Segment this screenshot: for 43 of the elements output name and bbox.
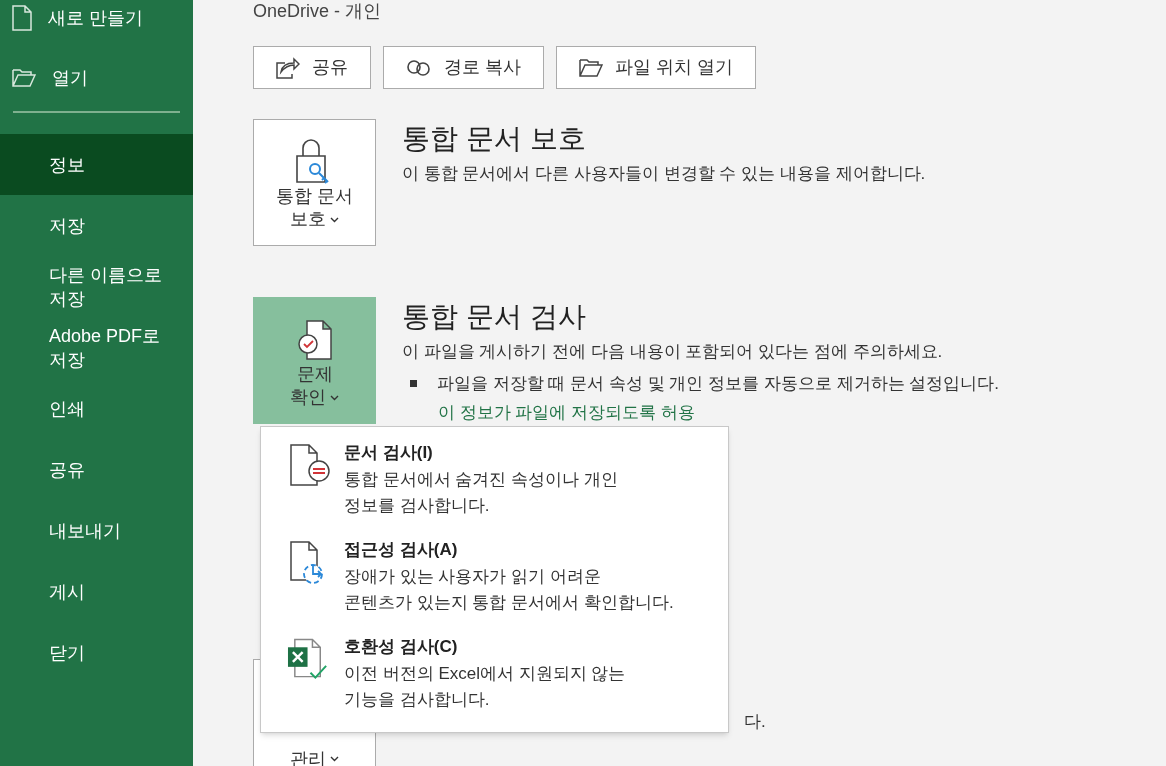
document-inspect-icon xyxy=(288,443,331,487)
sidebar-item[interactable]: 게시 xyxy=(0,561,193,622)
caret-icon xyxy=(330,216,339,223)
folder-icon xyxy=(579,57,603,78)
section-title: 통합 문서 검사 xyxy=(402,300,587,334)
link-icon xyxy=(406,58,432,77)
share-icon xyxy=(276,56,300,79)
sidebar-item[interactable]: 닫기 xyxy=(0,622,193,683)
menu-item[interactable]: 호환성 검사(C) 이전 버전의 Excel에서 지원되지 않는 기능을 검사합니다. xyxy=(261,635,728,732)
bullet-icon xyxy=(410,379,417,387)
document-icon xyxy=(12,5,32,31)
allow-link[interactable]: 이 정보가 파일에 저장되도록 허용 xyxy=(438,400,999,426)
menu-item-description: 장애가 있는 사용자가 읽기 어려운 콘텐츠가 있는지 통합 문서에서 확인합니다. xyxy=(344,566,674,614)
section-description: 이 파일을 게시하기 전에 다음 내용이 포함되어 있다는 점에 주의하세요. xyxy=(402,341,944,363)
menu-item[interactable]: 접근성 검사(A) 장애가 있는 사용자가 읽기 어려운 콘텐츠가 있는지 통합 문서에서 확인합니다. xyxy=(261,538,728,635)
sidebar-item[interactable]: 다른 이름으로 저장 xyxy=(0,256,193,317)
menu-item-title: 접근성 검사(A) xyxy=(344,539,459,561)
folder-icon xyxy=(12,68,36,88)
menu-item-title: 문서 검사(I) xyxy=(344,442,434,464)
section-button[interactable]: 문제 확인 xyxy=(253,297,376,424)
section-description: 다. xyxy=(744,710,766,733)
sidebar-item[interactable]: 정보 xyxy=(0,134,193,195)
section-title: 통합 문서 보호 xyxy=(402,122,587,156)
menu-item-title: 호환성 검사(C) xyxy=(344,636,459,658)
bullet-text: 파일을 저장할 때 문서 속성 및 개인 정보를 자동으로 제거하는 설정입니다. xyxy=(437,372,999,395)
menu-item-description: 통합 문서에서 숨겨진 속성이나 개인 정보를 검사합니다. xyxy=(344,469,618,517)
action-button[interactable]: 파일 위치 열기 xyxy=(556,46,757,89)
sidebar-item[interactable]: Adobe PDF로 저장 xyxy=(0,317,193,378)
action-button[interactable]: 공유 xyxy=(253,46,371,89)
caret-icon xyxy=(330,394,339,401)
menu-item-description: 이전 버전의 Excel에서 지원되지 않는 기능을 검사합니다. xyxy=(344,663,626,711)
sidebar-item[interactable]: 내보내기 xyxy=(0,500,193,561)
sidebar-item[interactable]: 저장 xyxy=(0,195,193,256)
section-description: 이 통합 문서에서 다른 사용자들이 변경할 수 있는 내용을 제어합니다. xyxy=(402,163,926,185)
section-button[interactable]: 통합 문서 보호 xyxy=(253,119,376,246)
sidebar-item[interactable]: 공유 xyxy=(0,439,193,500)
menu-item[interactable]: 문서 검사(I) 통합 문서에서 숨겨진 속성이나 개인 정보를 검사합니다. xyxy=(261,441,728,538)
sidebar-item[interactable]: 인쇄 xyxy=(0,378,193,439)
action-button[interactable]: 경로 복사 xyxy=(383,46,544,89)
caret-icon xyxy=(330,756,339,762)
location-text: OneDrive - 개인 xyxy=(253,0,383,23)
sidebar-item[interactable]: 열기 xyxy=(0,48,193,108)
sidebar-item[interactable]: 새로 만들기 xyxy=(0,0,193,48)
